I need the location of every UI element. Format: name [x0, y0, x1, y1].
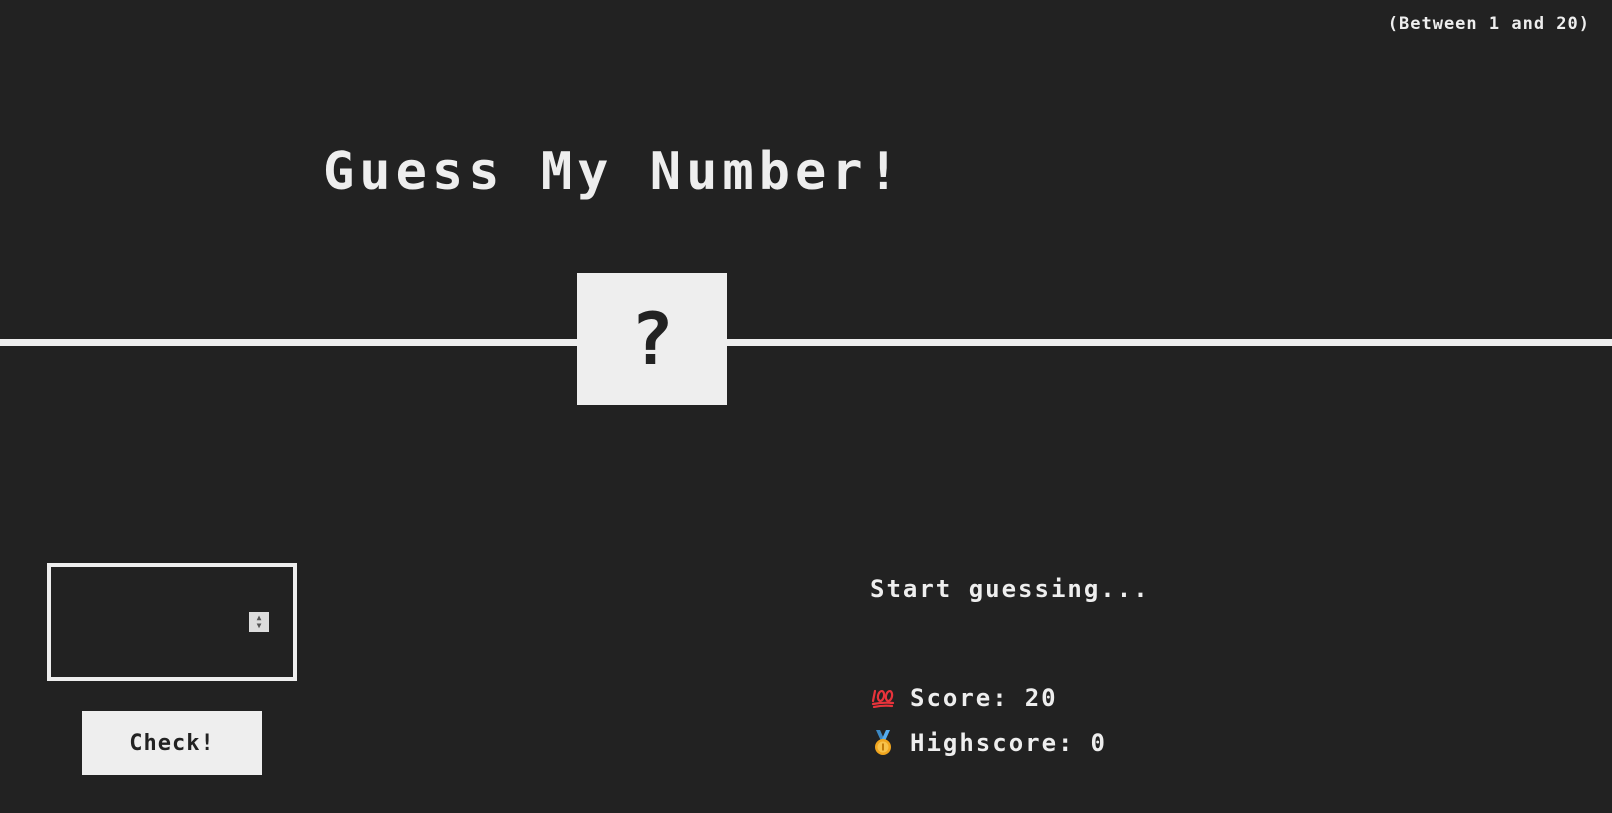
- secret-number-box: ?: [577, 273, 727, 405]
- status-message: Start guessing...: [870, 575, 1150, 603]
- score-row: Score: 20: [870, 684, 1058, 712]
- score-label: Score:: [910, 684, 1009, 712]
- spinner-down-icon[interactable]: ▼: [257, 622, 262, 630]
- game-page: (Between 1 and 20) Guess My Number! ? ▲ …: [0, 0, 1612, 813]
- score-value: 20: [1024, 684, 1058, 712]
- number-spinner[interactable]: ▲ ▼: [249, 612, 269, 632]
- secret-number: ?: [630, 297, 674, 381]
- range-hint: (Between 1 and 20): [1387, 14, 1590, 34]
- check-button[interactable]: Check!: [82, 711, 262, 775]
- medal-icon: [870, 730, 896, 756]
- highscore-row: Highscore: 0: [870, 729, 1107, 757]
- hundred-points-icon: [870, 688, 896, 708]
- page-title: Guess My Number!: [323, 142, 904, 202]
- divider-line: [0, 339, 1612, 346]
- highscore-label: Highscore:: [910, 729, 1075, 757]
- highscore-value: 0: [1090, 729, 1107, 757]
